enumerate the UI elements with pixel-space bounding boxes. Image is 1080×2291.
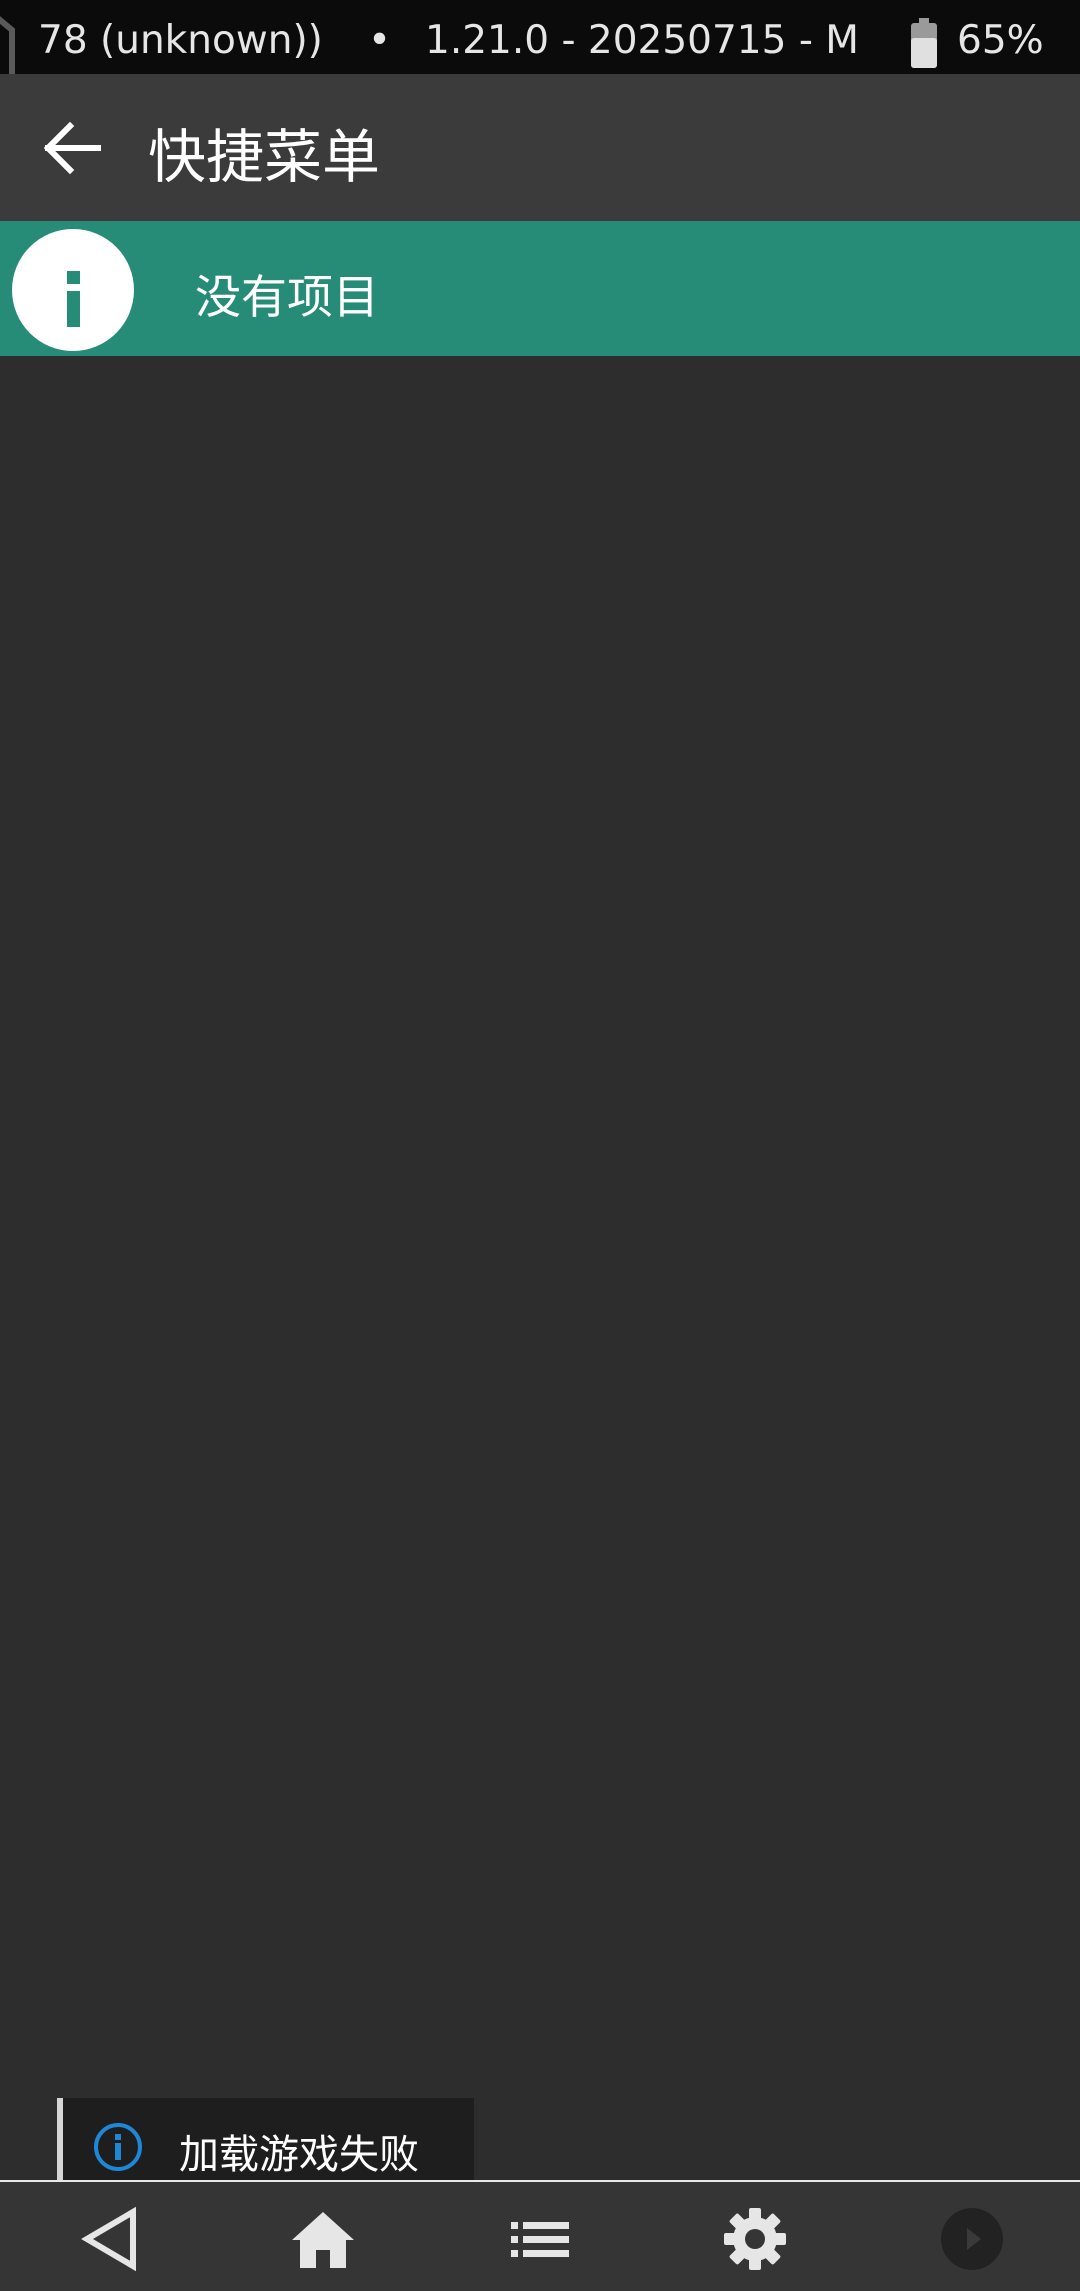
status-separator: •: [368, 18, 392, 63]
arrow-left-icon: [43, 121, 101, 175]
battery-icon: [911, 18, 937, 68]
bottom-nav: [0, 2182, 1080, 2291]
status-version-text: 78 (unknown)): [38, 18, 323, 63]
gear-icon: [724, 2208, 786, 2270]
nav-list-button[interactable]: [505, 2204, 575, 2274]
play-circle-icon: [941, 2208, 1003, 2270]
info-icon: [12, 229, 134, 351]
empty-state-text: 没有项目: [195, 270, 379, 324]
toolbar: 快捷菜单: [0, 74, 1080, 221]
back-triangle-icon: [81, 2206, 136, 2272]
page-title: 快捷菜单: [148, 123, 381, 191]
nav-back-button[interactable]: [75, 2204, 145, 2274]
toast-text: 加载游戏失败: [179, 2132, 419, 2178]
info-icon: [94, 2123, 142, 2171]
status-bar: 78 (unknown)) • 1.21.0 - 20250715 - M 65…: [0, 0, 1080, 154]
list-icon: [511, 2222, 569, 2257]
nav-play-button[interactable]: [937, 2204, 1007, 2274]
empty-state-banner: 没有项目: [0, 221, 1080, 356]
nav-home-button[interactable]: [288, 2204, 358, 2274]
nav-settings-button[interactable]: [720, 2204, 790, 2274]
status-build-text: 1.21.0 - 20250715 - M: [425, 18, 859, 63]
home-icon: [292, 2212, 354, 2268]
back-button[interactable]: [36, 112, 108, 184]
battery-percent: 65%: [957, 18, 1044, 63]
